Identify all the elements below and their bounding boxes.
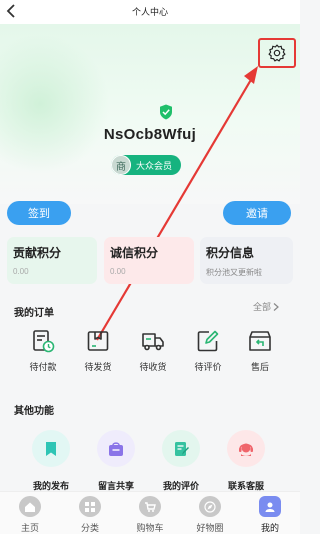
card-title: 贡献积分 — [13, 246, 62, 260]
tab-category[interactable]: 分类 — [60, 492, 120, 534]
grid-icon — [85, 501, 95, 512]
tab-cart[interactable]: 购物车 — [120, 492, 180, 534]
shield-check-icon — [160, 104, 172, 120]
order-item-label: 售后 — [250, 362, 269, 372]
tab-home[interactable]: 主页 — [0, 492, 60, 534]
user-icon — [265, 502, 275, 512]
tab-label: 分类 — [80, 523, 99, 533]
view-all-label: 全部 — [253, 302, 272, 312]
package-box-icon — [87, 331, 109, 351]
home-icon — [25, 502, 35, 512]
order-pending-shipment[interactable]: 待发货 — [72, 329, 124, 377]
invite-button[interactable]: 邀请 — [223, 201, 291, 225]
tab-community[interactable]: 好物圈 — [180, 492, 240, 534]
card-title: 诚信积分 — [110, 246, 159, 260]
tab-label: 购物车 — [136, 523, 164, 533]
message-bag-icon — [109, 441, 123, 456]
settings-button[interactable] — [258, 38, 296, 68]
headset-icon — [239, 443, 253, 456]
profile-header — [0, 24, 300, 204]
member-level-label: 大众会员 — [136, 160, 173, 171]
order-item-label: 待付款 — [29, 362, 57, 372]
member-level-icon: 商 — [111, 155, 131, 175]
page-title: 个人中心 — [131, 7, 168, 17]
tab-mine[interactable]: 我的 — [240, 492, 300, 534]
order-pending-receipt[interactable]: 待收货 — [127, 329, 179, 377]
order-item-label: 待评价 — [194, 362, 222, 372]
gear-icon — [268, 44, 286, 62]
top-bar: 个人中心 — [0, 0, 300, 24]
review-note-icon — [175, 441, 189, 456]
card-value: 0.00 — [13, 267, 29, 276]
card-value: 积分池又更新啦 — [206, 268, 262, 277]
card-value: 0.00 — [110, 267, 126, 276]
tab-label: 我的 — [260, 523, 279, 533]
cart-icon — [145, 501, 156, 512]
my-reviews-item[interactable]: 我的评价 — [150, 430, 212, 492]
orders-section-title: 我的订单 — [14, 308, 54, 319]
receipt-clock-icon — [33, 330, 55, 353]
order-item-label: 待收货 — [139, 362, 167, 372]
delivery-truck-icon — [142, 333, 164, 351]
edit-note-icon — [197, 330, 219, 352]
order-pending-payment[interactable]: 待付款 — [17, 329, 69, 377]
order-after-sales[interactable]: 售后 — [234, 329, 286, 377]
order-item-label: 待发货 — [84, 362, 112, 372]
message-share-item[interactable]: 留言共享 — [85, 430, 147, 492]
chevron-right-icon — [273, 302, 279, 311]
integrity-points-card[interactable]: 诚信积分 0.00 — [104, 237, 194, 284]
tab-label: 好物圈 — [196, 523, 224, 533]
return-box-icon — [249, 331, 271, 351]
contribution-points-card[interactable]: 贡献积分 0.00 — [7, 237, 97, 284]
bookmark-icon — [46, 441, 56, 456]
functions-section-title: 其他功能 — [14, 406, 54, 417]
compass-icon — [204, 500, 216, 513]
sign-in-button[interactable]: 签到 — [7, 201, 71, 225]
points-info-card[interactable]: 积分信息 积分池又更新啦 — [200, 237, 293, 284]
order-pending-review[interactable]: 待评价 — [182, 329, 234, 377]
username: NsOcb8Wfuj — [103, 126, 197, 143]
view-all-orders-link[interactable]: 全部 — [253, 300, 279, 313]
bottom-tab-bar: 主页 分类 购物车 好物圈 我的 — [0, 491, 300, 534]
member-badge[interactable]: 商 大众会员 — [111, 155, 181, 175]
tab-label: 主页 — [20, 523, 39, 533]
customer-service-item[interactable]: 联系客服 — [215, 430, 277, 492]
card-title: 积分信息 — [206, 246, 255, 260]
my-posts-item[interactable]: 我的发布 — [20, 430, 82, 492]
